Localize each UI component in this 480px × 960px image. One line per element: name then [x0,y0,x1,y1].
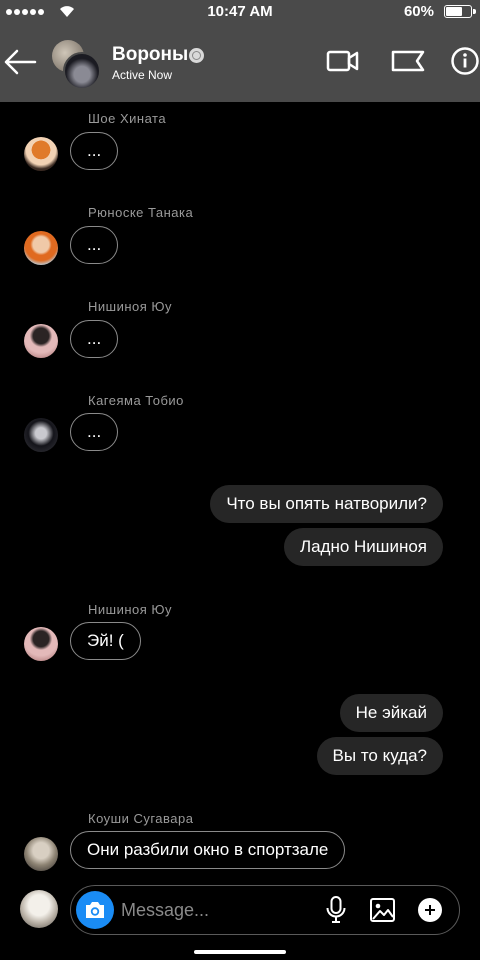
plus-icon[interactable] [418,898,442,922]
message-composer [70,885,460,935]
message-bubble[interactable]: ... [70,132,119,170]
message-input[interactable] [121,896,311,924]
sender-name: Коуши Сугавара [88,811,194,826]
microphone-icon [326,896,346,923]
sender-name: Нишиноя Юу [88,299,173,314]
sender-name: Кагеяма Тобио [88,393,184,408]
flag-icon [391,50,425,72]
chat-header: Вороны Active Now [0,24,480,102]
microphone-button[interactable] [323,895,349,930]
outgoing-message-bubble[interactable]: Вы то куда? [316,737,443,775]
battery-percentage: 60% [403,3,434,20]
sender-avatar[interactable] [24,324,58,358]
message-bubble[interactable]: ... [70,320,119,358]
sender-avatar[interactable] [24,627,58,661]
group-avatar[interactable] [50,38,101,90]
chat-title-container[interactable]: Вороны [112,44,205,66]
active-status: Active Now [112,68,173,82]
battery-icon [444,5,476,18]
outgoing-message-bubble[interactable]: Ладно Нишиноя [283,528,443,566]
chat-title: Вороны [112,44,189,65]
sender-name: Шое Хината [88,111,167,126]
my-avatar[interactable] [20,890,58,928]
info-icon [451,47,479,75]
sender-name: Нишиноя Юу [88,602,173,617]
message-bubble[interactable]: ... [70,226,119,264]
camera-icon [86,902,104,918]
message-bubble[interactable]: ... [70,413,119,451]
flag-button[interactable] [390,44,426,83]
sender-avatar[interactable] [24,418,58,452]
message-bubble[interactable]: Они разбили окно в спортзале [70,831,346,869]
image-icon [370,898,395,922]
sender-avatar[interactable] [24,231,58,265]
group-avatar-front [63,52,101,90]
home-indicator[interactable] [194,950,286,954]
sender-avatar[interactable] [24,137,58,171]
volleyball-icon [189,47,205,63]
video-call-button[interactable] [326,44,360,83]
video-call-icon [326,50,359,72]
back-arrow-icon [4,49,37,75]
gallery-button[interactable] [369,895,397,930]
status-bar: 10:47 AM 60% [0,0,480,24]
info-button[interactable] [450,44,480,83]
message-bubble[interactable]: Эй! ( [70,622,141,660]
camera-button[interactable] [76,891,114,929]
sender-avatar[interactable] [24,837,58,871]
sender-name: Рюноске Танака [88,205,194,220]
outgoing-message-bubble[interactable]: Что вы опять натворили? [210,485,443,523]
outgoing-message-bubble[interactable]: Не эйкай [339,694,443,732]
back-button[interactable] [2,44,38,85]
